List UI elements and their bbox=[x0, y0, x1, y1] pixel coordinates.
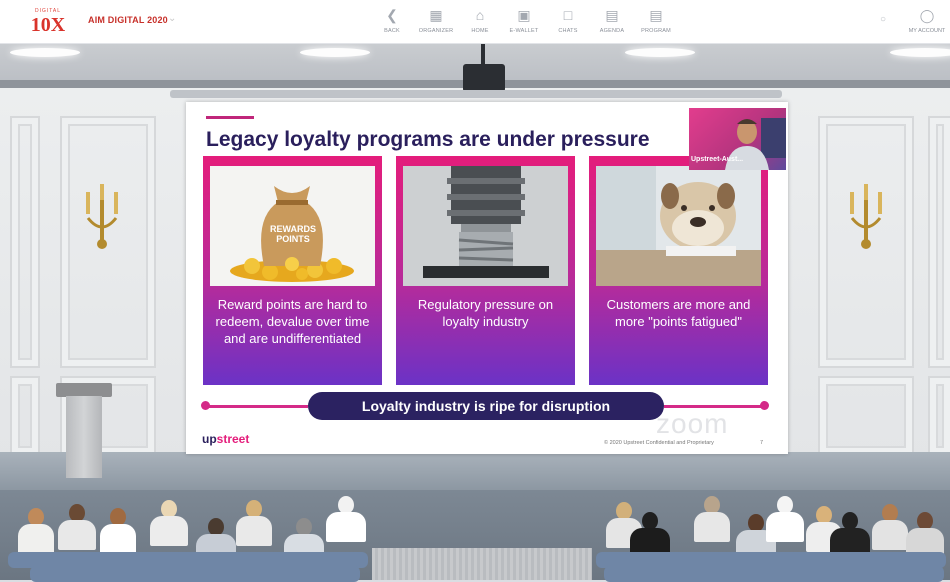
slide-card: Customers are more and more "points fati… bbox=[589, 156, 768, 385]
event-name[interactable]: AIM DIGITAL 2020 bbox=[88, 15, 168, 25]
logo-big-text: 10X bbox=[30, 14, 66, 36]
presentation-slide[interactable]: Legacy loyalty programs are under pressu… bbox=[186, 102, 788, 454]
ceiling-light bbox=[300, 48, 370, 57]
nav-agenda-button[interactable]: ▤ AGENDA bbox=[590, 6, 634, 40]
nav-back-button[interactable]: ❮ BACK bbox=[370, 6, 414, 40]
ceiling-light bbox=[10, 48, 80, 57]
podium-top bbox=[56, 383, 112, 397]
chat-icon: □ bbox=[563, 7, 573, 23]
slide-title: Legacy loyalty programs are under pressu… bbox=[206, 128, 650, 151]
nav-program-button[interactable]: ▤ PROGRAM bbox=[634, 6, 678, 40]
nav-label: E-WALLET bbox=[509, 28, 539, 34]
home-icon: ⌂ bbox=[475, 7, 485, 23]
screen-rail bbox=[170, 90, 782, 98]
upstreet-logo: upstreet bbox=[202, 432, 249, 446]
audience-member bbox=[694, 496, 730, 542]
nav-label: BACK bbox=[384, 28, 400, 34]
audience-member bbox=[236, 500, 272, 546]
wall-panel bbox=[928, 376, 950, 456]
nav-organizer-button[interactable]: ▦ ORGANIZER bbox=[414, 6, 458, 40]
bulldog-icon bbox=[596, 166, 761, 286]
nav-label: HOME bbox=[471, 28, 489, 34]
brand-street: street bbox=[216, 432, 250, 446]
audience-member bbox=[18, 508, 54, 554]
audience-member bbox=[326, 496, 366, 542]
speaker-name: Upstreet-Aust... bbox=[691, 156, 744, 163]
account-icon: ◯ bbox=[919, 8, 935, 23]
audience-member bbox=[100, 508, 136, 554]
center-aisle bbox=[372, 548, 592, 580]
audience-member bbox=[58, 504, 96, 550]
organizer-icon: ▦ bbox=[429, 7, 443, 23]
nav-ewallet-button[interactable]: ▣ E-WALLET bbox=[502, 6, 546, 40]
reward-bag-label: REWARDS POINTS bbox=[269, 224, 316, 244]
zoom-watermark: zoom bbox=[656, 408, 729, 439]
top-bar: DIGITAL 10X AIM DIGITAL 2020 ⌄ ❮ BACK ▦ … bbox=[0, 0, 950, 44]
wall-sconce bbox=[850, 184, 882, 249]
speaker-video-tile[interactable]: Upstreet-Aust... bbox=[689, 108, 786, 170]
account-label: MY ACCOUNT bbox=[908, 28, 946, 34]
wall-panel bbox=[10, 116, 40, 368]
wall-panel bbox=[10, 376, 40, 456]
audience-member bbox=[766, 496, 804, 542]
back-arrow-icon: ❮ bbox=[386, 7, 398, 23]
nav-label: AGENDA bbox=[599, 28, 625, 34]
ceiling-light bbox=[625, 48, 695, 57]
banner-line bbox=[208, 405, 308, 408]
ceiling-light bbox=[890, 48, 950, 57]
wall-sconce bbox=[86, 184, 118, 249]
nav-label: PROGRAM bbox=[641, 28, 671, 34]
main-nav: ❮ BACK ▦ ORGANIZER ⌂ HOME ▣ E-WALLET □ C… bbox=[370, 6, 678, 40]
slide-page-number: 7 bbox=[760, 440, 764, 446]
stage-floor bbox=[0, 452, 950, 492]
nav-chats-button[interactable]: □ CHATS bbox=[546, 6, 590, 40]
wallet-icon: ▣ bbox=[517, 7, 531, 23]
card-text: Regulatory pressure on loyalty industry bbox=[417, 297, 554, 329]
program-icon: ▤ bbox=[649, 7, 663, 23]
slide-banner: Loyalty industry is ripe for disruption bbox=[308, 392, 664, 420]
brand-up: up bbox=[202, 432, 217, 446]
slide-card: Regulatory pressure on loyalty industry bbox=[396, 156, 575, 385]
audience-member bbox=[150, 500, 188, 546]
agenda-icon: ▤ bbox=[605, 7, 619, 23]
card-text: Reward points are hard to redeem, devalu… bbox=[215, 297, 370, 346]
hydraulic-press-image bbox=[403, 166, 568, 286]
my-account-button[interactable]: ◯ MY ACCOUNT bbox=[905, 8, 949, 34]
projector bbox=[463, 44, 505, 92]
slide-footer: © 2020 Upstreet Confidential and Proprie… bbox=[604, 440, 714, 446]
event-logo[interactable]: DIGITAL 10X bbox=[30, 8, 66, 38]
slide-accent-bar bbox=[206, 116, 254, 119]
wall-panel bbox=[818, 376, 914, 456]
podium bbox=[66, 396, 102, 478]
banner-dot bbox=[760, 401, 769, 410]
slide-card: REWARDS POINTS Reward points are hard to… bbox=[203, 156, 382, 385]
hydraulic-press-icon bbox=[403, 166, 568, 286]
card-text: Customers are more and more "points fati… bbox=[606, 297, 751, 329]
chevron-down-icon[interactable]: ⌄ bbox=[168, 13, 176, 24]
wall-panel bbox=[928, 116, 950, 368]
nav-label: CHATS bbox=[558, 28, 578, 34]
notification-icon[interactable]: ○ bbox=[880, 14, 886, 25]
nav-label: ORGANIZER bbox=[418, 28, 454, 34]
nav-home-button[interactable]: ⌂ HOME bbox=[458, 6, 502, 40]
audience-member bbox=[872, 504, 908, 550]
bulldog-image bbox=[596, 166, 761, 286]
